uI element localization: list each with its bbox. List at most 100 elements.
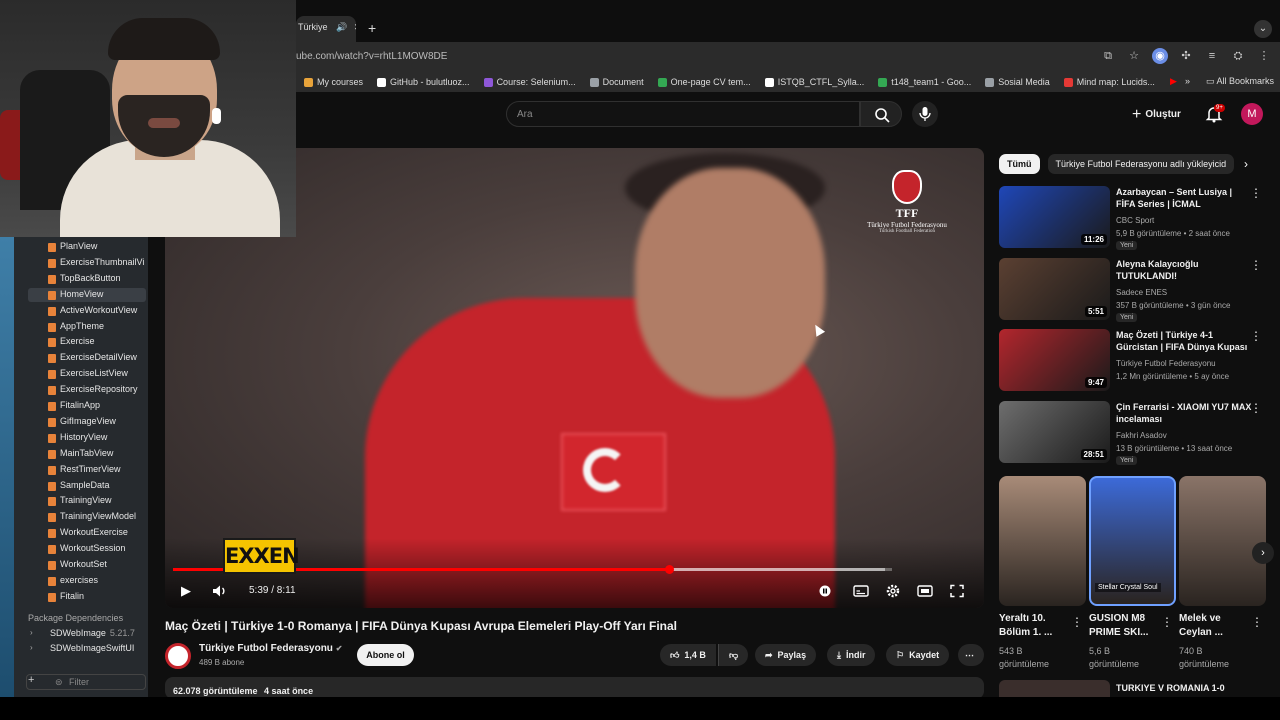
chevron-right-icon[interactable]: » — [1185, 76, 1190, 87]
more-vertical-icon[interactable]: ⋮ — [1250, 186, 1262, 200]
bookmark-item[interactable]: Sosial Media — [985, 77, 1050, 87]
shorts-next-button[interactable]: › — [1252, 542, 1274, 564]
bookmark-item[interactable]: GitHub - bulutluoz... — [377, 77, 470, 87]
settings-button[interactable] — [883, 582, 903, 600]
bookmark-item[interactable]: One-page CV tem... — [657, 77, 751, 87]
recommendation-thumbnail[interactable] — [999, 680, 1110, 697]
save-button[interactable]: ⚐ Kaydet — [886, 644, 950, 666]
disclosure-icon[interactable]: › — [30, 643, 33, 652]
bookmark-item[interactable]: Document — [589, 77, 644, 87]
file-item[interactable]: HistoryView — [60, 432, 107, 442]
play-button[interactable]: ▶ — [176, 582, 196, 600]
recommendation-channel[interactable]: Türkiye Futbol Federasyonu — [1116, 359, 1216, 368]
file-item[interactable]: ExerciseDetailView — [60, 352, 137, 362]
disclosure-icon[interactable]: › — [30, 628, 33, 637]
file-item[interactable]: TrainingView — [60, 495, 112, 505]
recommendation-thumbnail[interactable]: 9:47 — [999, 329, 1110, 391]
search-button[interactable] — [860, 101, 902, 127]
account-avatar[interactable]: M — [1241, 103, 1263, 125]
package-item[interactable]: SDWebImage 5.21.7 — [50, 628, 135, 638]
tab-search-icon[interactable]: ⌄ — [1254, 20, 1272, 38]
recommendation-thumbnail[interactable]: 28:51 — [999, 400, 1110, 463]
file-item[interactable]: AppTheme — [60, 321, 104, 331]
file-item[interactable]: GifImageView — [60, 416, 116, 426]
file-item[interactable]: SampleData — [60, 480, 110, 490]
package-item[interactable]: SDWebImageSwiftUI — [50, 643, 138, 653]
more-vertical-icon[interactable]: ⋮ — [1250, 329, 1262, 343]
short-title[interactable]: Melek ve Ceylan ... — [1179, 612, 1245, 640]
all-bookmarks[interactable]: ▭ All Bookmarks — [1206, 76, 1274, 87]
address-bar[interactable]: ube.com/watch?v=rhtL1MOW8DE ⧉ ☆ ◉ ✣ ≡ ⛭ … — [296, 42, 1280, 72]
youtube-bookmark-icon[interactable]: ▶ — [1170, 76, 1177, 87]
file-item[interactable]: Fitalin — [60, 591, 84, 601]
recommendation-title[interactable]: Aleyna Kalaycıoğlu TUTUKLANDI! — [1116, 258, 1252, 282]
recommendation-item[interactable]: 9:47 Maç Özeti | Türkiye 4-1 Gürcistan | … — [999, 329, 1264, 395]
profile-icon[interactable]: ⛭ — [1230, 48, 1246, 64]
recommendation-title[interactable]: Çin Ferrarisi - XIAOMI YU7 MAX incelamas… — [1116, 401, 1252, 425]
extensions-puzzle-icon[interactable]: ✣ — [1178, 48, 1194, 64]
file-item[interactable]: WorkoutSession — [60, 543, 125, 553]
recommendation-item[interactable]: 11:26 Azarbaycan – Sent Lusiya | FİFA Ser… — [999, 186, 1264, 252]
recommendation-title[interactable]: Azarbaycan – Sent Lusiya | FİFA Series |… — [1116, 186, 1252, 210]
recommendation-item[interactable]: 28:51 Çin Ferrarisi - XIAOMI YU7 MAX ince… — [999, 400, 1264, 467]
like-button[interactable]: 👍︎ 1,4 B — [660, 644, 716, 666]
short-thumbnail[interactable] — [999, 476, 1086, 606]
more-vertical-icon[interactable]: ⋮ — [1251, 615, 1263, 629]
file-item[interactable]: FitalinApp — [60, 400, 100, 410]
file-item[interactable]: HomeView — [60, 289, 103, 299]
bookmark-item[interactable]: My courses — [304, 77, 363, 87]
more-vertical-icon[interactable]: ⋮ — [1250, 258, 1262, 272]
more-vertical-icon[interactable]: ⋮ — [1161, 615, 1173, 629]
fullscreen-button[interactable] — [947, 582, 967, 600]
file-item[interactable]: ActiveWorkoutView — [60, 305, 137, 315]
menu-icon[interactable]: ⋮ — [1256, 48, 1272, 64]
bookmark-item[interactable]: t148_team1 - Goo... — [878, 77, 971, 87]
download-button[interactable]: ⤓ İndir — [827, 644, 876, 666]
file-item[interactable]: RestTimerView — [60, 464, 121, 474]
short-thumbnail[interactable] — [1179, 476, 1266, 606]
file-item[interactable]: ExerciseThumbnailVi — [60, 257, 144, 267]
file-item[interactable]: exercises — [60, 575, 98, 585]
short-title[interactable]: GUSION M8 PRIME SKI... — [1089, 612, 1155, 640]
file-item[interactable]: ExerciseListView — [60, 368, 128, 378]
speaker-icon[interactable]: 🔊 — [336, 22, 347, 32]
bookmark-item[interactable]: ISTQB_CTFL_Sylla... — [764, 77, 864, 87]
file-item[interactable]: PlanView — [60, 241, 97, 251]
file-item[interactable]: TrainingViewModel — [60, 511, 136, 521]
autoplay-toggle[interactable] — [815, 582, 835, 600]
recommendation-channel[interactable]: Sadece ENES — [1116, 288, 1167, 297]
file-item[interactable]: TopBackButton — [60, 273, 121, 283]
short-title[interactable]: Yeraltı 10. Bölüm 1. ... — [999, 612, 1065, 640]
file-item[interactable]: MainTabView — [60, 448, 113, 458]
chevron-right-icon[interactable]: › — [1244, 157, 1248, 171]
short-thumbnail[interactable]: Stellar Crystal Soul — [1089, 476, 1176, 606]
install-icon[interactable]: ⧉ — [1100, 48, 1116, 64]
description-box[interactable]: 62.078 görüntüleme 4 saat önce — [165, 677, 984, 699]
recommendation-item[interactable]: 5:51 Aleyna Kalaycıoğlu TUTUKLANDI! Sadece… — [999, 257, 1264, 324]
file-item[interactable]: ExerciseRepository — [60, 384, 138, 394]
extension-icon[interactable]: ◉ — [1152, 48, 1168, 64]
dislike-button[interactable]: 👎︎ — [718, 644, 749, 666]
voice-search-button[interactable] — [912, 101, 938, 127]
subscribe-button[interactable]: Abone ol — [357, 644, 414, 666]
bookmark-item[interactable]: Mind map: Lucids... — [1063, 77, 1155, 87]
share-button[interactable]: ➦ Paylaş — [755, 644, 817, 666]
search-input[interactable]: Ara — [506, 101, 860, 127]
filter-chip[interactable]: Tümü — [999, 154, 1040, 174]
channel-name[interactable]: Türkiye Futbol Federasyonu ✔ — [199, 643, 342, 654]
filter-field[interactable]: ⊜ Filter — [26, 674, 146, 690]
more-vertical-icon[interactable]: ⋮ — [1250, 401, 1262, 415]
recommendation-title[interactable]: Maç Özeti | Türkiye 4-1 Gürcistan | FIFA… — [1116, 329, 1252, 353]
bookmark-star-icon[interactable]: ☆ — [1126, 48, 1142, 64]
recommendation-thumbnail[interactable]: 11:26 — [999, 186, 1110, 248]
url-text[interactable]: ube.com/watch?v=rhtL1MOW8DE — [296, 51, 447, 62]
recommendation-channel[interactable]: CBC Sport — [1116, 216, 1154, 225]
new-tab-button[interactable]: + — [368, 20, 376, 36]
recommendation-title[interactable]: TURKIYE V ROMANIA 1-0 — [1116, 683, 1225, 693]
create-button[interactable]: + Oluştur — [1132, 106, 1181, 124]
recommendation-channel[interactable]: Fakhri Asadov — [1116, 431, 1167, 440]
channel-avatar[interactable] — [165, 643, 191, 669]
media-icon[interactable]: ≡ — [1204, 48, 1220, 64]
close-icon[interactable]: ✕ — [354, 22, 356, 32]
file-item[interactable]: Exercise — [60, 336, 95, 346]
